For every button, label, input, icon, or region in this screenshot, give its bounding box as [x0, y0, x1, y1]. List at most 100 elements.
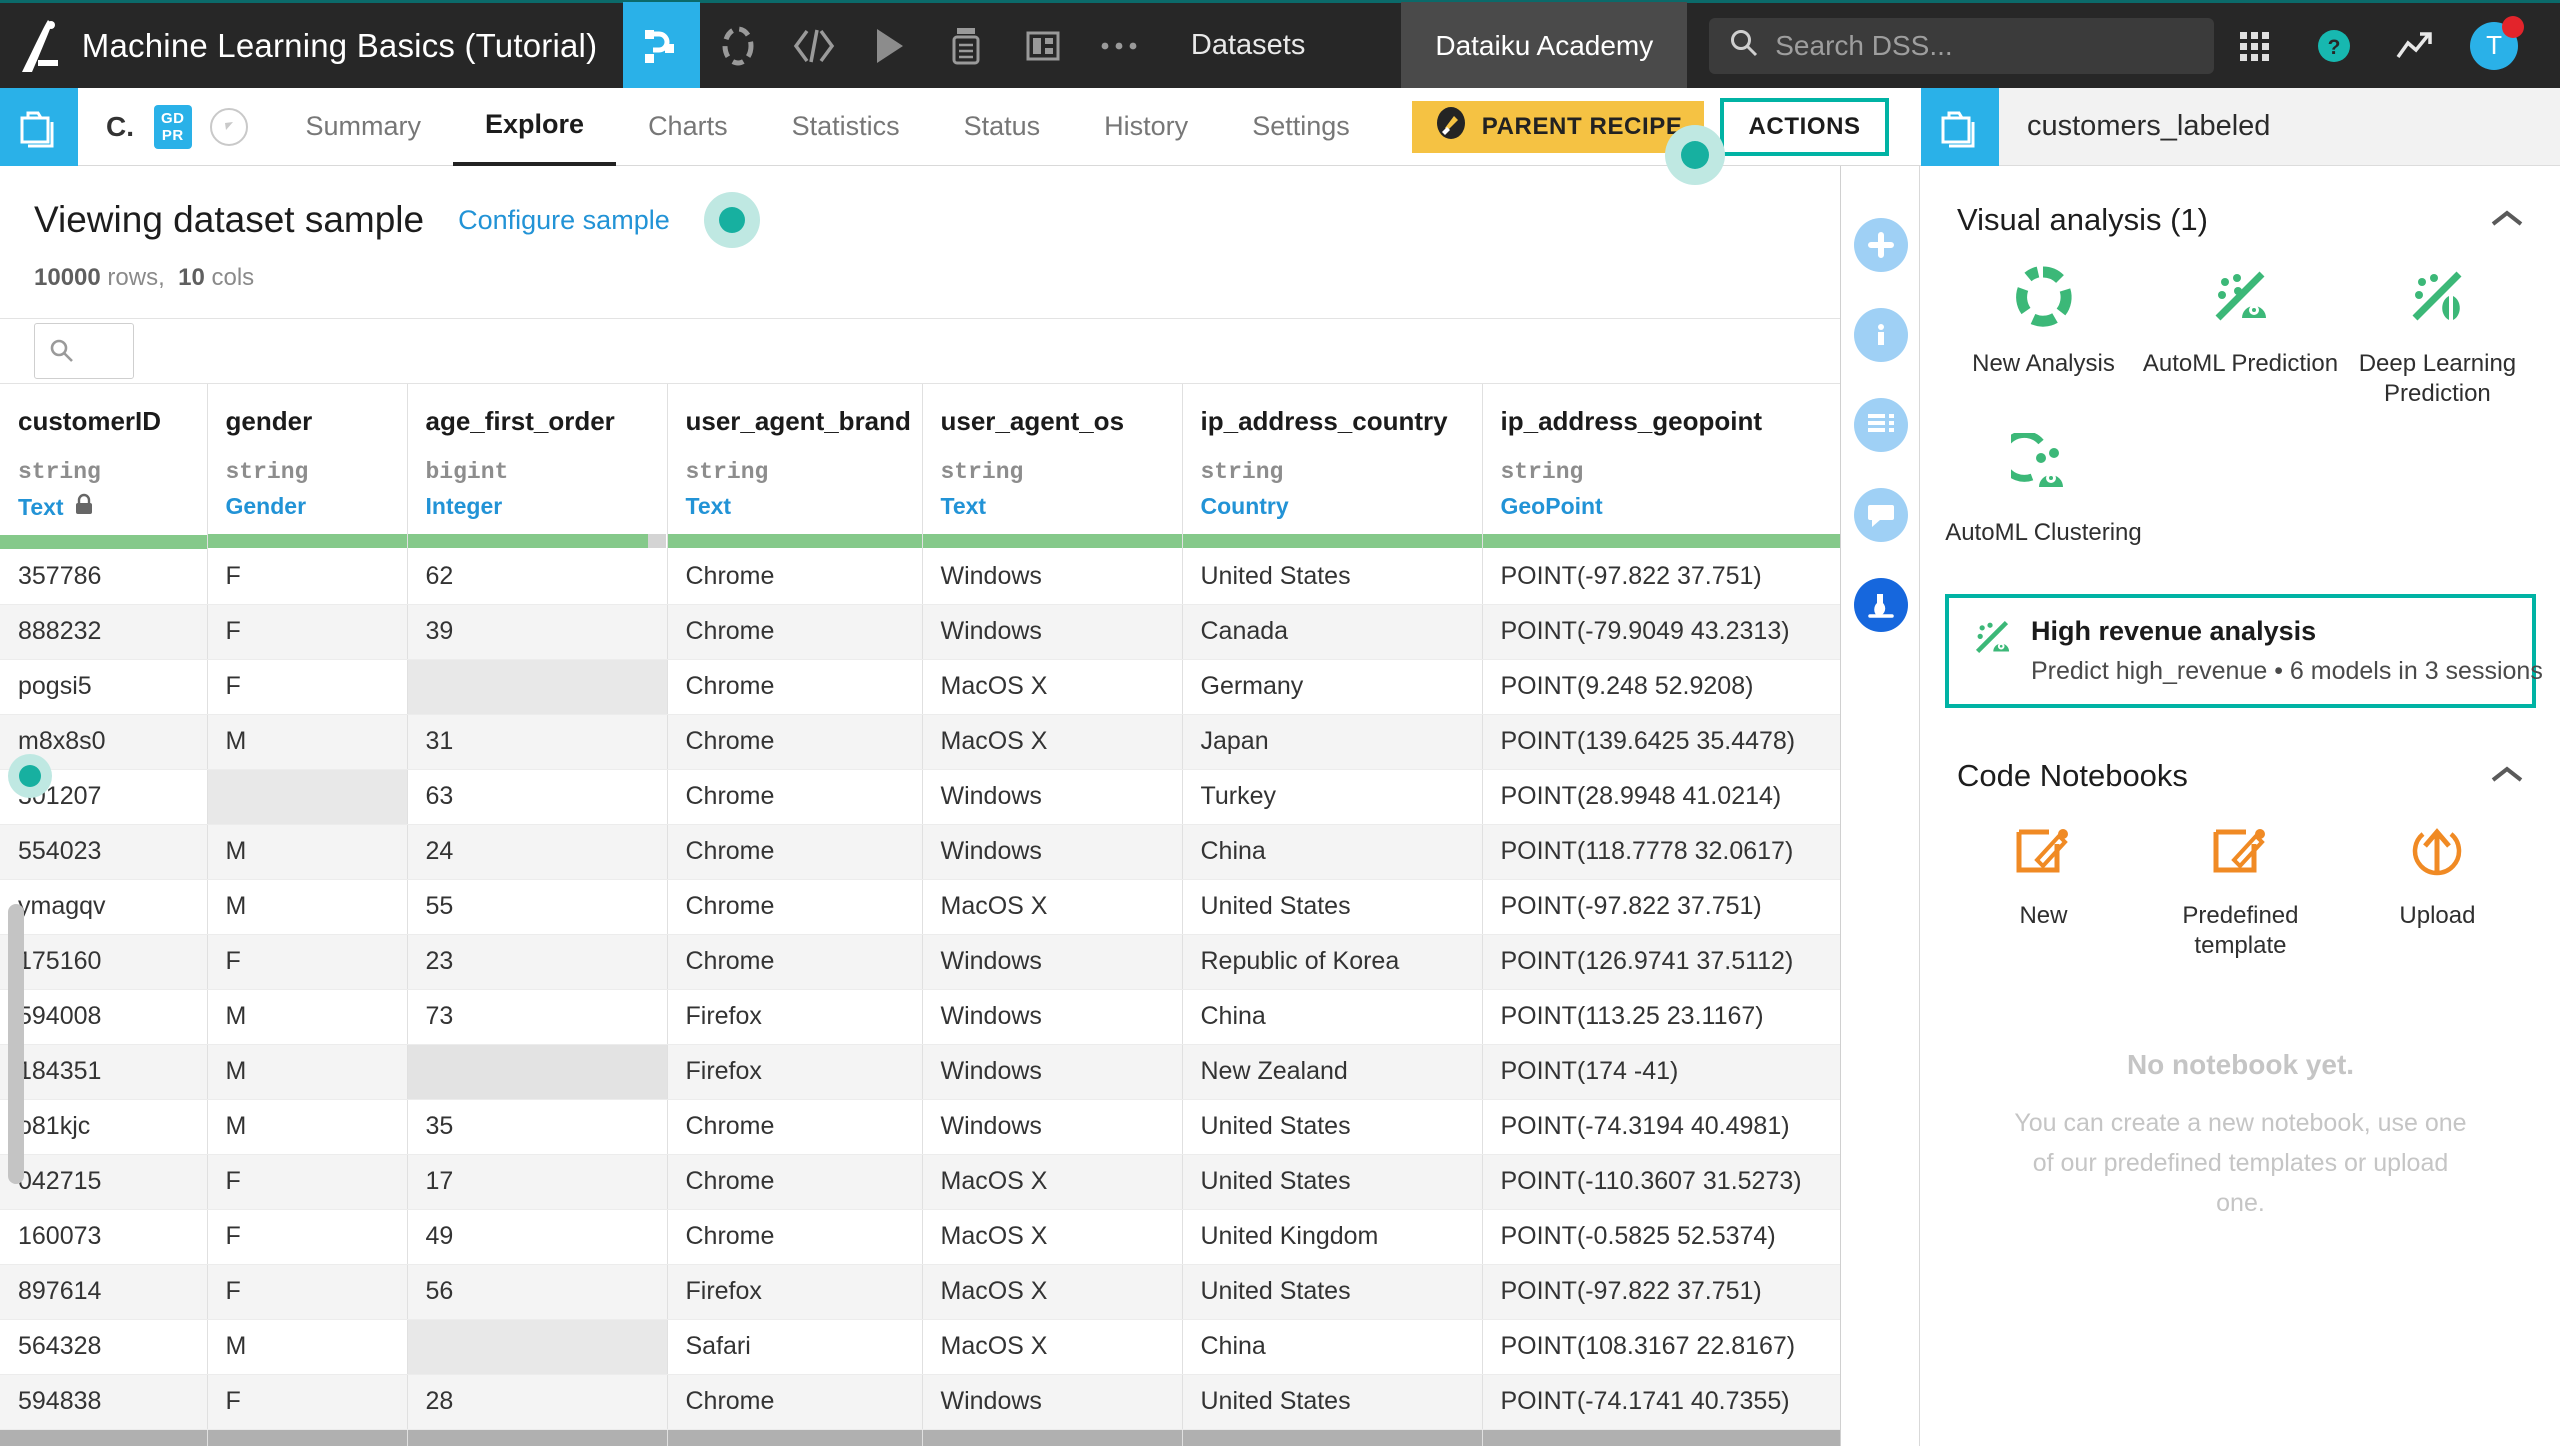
parent-recipe-button[interactable]: PARENT RECIPE [1411, 100, 1705, 153]
table-cell[interactable]: Chrome [667, 714, 923, 770]
tab-explore[interactable]: Explore [453, 88, 617, 166]
table-cell[interactable]: South Africa [1182, 1429, 1483, 1446]
table-cell[interactable]: POINT(9.248 52.9208) [1482, 659, 1840, 715]
table-cell[interactable]: China [1182, 824, 1483, 880]
table-cell[interactable]: 56 [407, 1264, 668, 1320]
table-cell[interactable]: POINT(-97.822 37.751) [1482, 879, 1840, 935]
table-cell[interactable]: F [207, 1154, 408, 1210]
table-cell[interactable]: 564328 [0, 1319, 208, 1375]
table-cell[interactable]: Chrome [667, 934, 923, 990]
table-cell[interactable]: POINT(139.6425 35.4478) [1482, 714, 1840, 770]
actions-button[interactable]: ACTIONS [1720, 97, 1889, 156]
table-cell[interactable] [207, 769, 408, 825]
table-cell[interactable]: M [207, 1044, 408, 1100]
chevron-up-icon[interactable] [2490, 761, 2524, 792]
table-cell[interactable]: 63 [407, 769, 668, 825]
table-cell[interactable]: 23 [407, 934, 668, 990]
table-cell[interactable]: M [207, 1429, 408, 1446]
table-cell[interactable]: Chrome [667, 1429, 923, 1446]
table-cell[interactable]: M [207, 879, 408, 935]
tile-new-notebook[interactable]: New [1945, 820, 2142, 961]
table-cell[interactable]: Windows [922, 934, 1183, 990]
table-cell[interactable]: M [207, 1099, 408, 1155]
column-meaning[interactable]: Text [18, 493, 189, 521]
tab-charts[interactable]: Charts [616, 88, 760, 166]
table-cell[interactable]: POINT(-97.822 37.751) [1482, 549, 1840, 605]
column-meaning[interactable]: Integer [426, 493, 649, 520]
table-cell[interactable]: Turkey [1182, 769, 1483, 825]
table-cell[interactable]: Firefox [667, 1264, 923, 1320]
table-cell[interactable]: Windows [922, 549, 1183, 605]
table-cell[interactable]: Chrome [667, 1209, 923, 1265]
table-cell[interactable]: POINT(-79.9049 43.2313) [1482, 604, 1840, 660]
table-cell[interactable]: 55 [407, 879, 668, 935]
table-cell[interactable]: 35 [407, 1099, 668, 1155]
table-cell[interactable]: POINT(108.3167 22.8167) [1482, 1319, 1840, 1375]
table-cell[interactable]: China [1182, 989, 1483, 1045]
table-cell[interactable]: M [207, 824, 408, 880]
table-cell[interactable]: 184351 [0, 1044, 208, 1100]
play-icon[interactable] [852, 2, 928, 90]
column-header-age_first_order[interactable]: age_first_order bigint Integer [407, 384, 668, 549]
column-meaning[interactable]: Country [1201, 493, 1464, 520]
table-cell[interactable]: 888232 [0, 604, 208, 660]
table-cell[interactable]: Windows [922, 824, 1183, 880]
dashboard-icon[interactable] [1004, 2, 1080, 90]
table-cell[interactable]: F [207, 1264, 408, 1320]
table-cell[interactable]: 897614 [0, 1264, 208, 1320]
column-meaning[interactable]: Text [686, 493, 904, 520]
table-cell[interactable]: 175160 [0, 934, 208, 990]
table-cell[interactable]: Windows [922, 1099, 1183, 1155]
table-cell[interactable]: 39 [407, 604, 668, 660]
trend-icon[interactable] [2374, 2, 2454, 90]
table-cell[interactable]: United States [1182, 1374, 1483, 1430]
comment-icon[interactable] [1853, 488, 1908, 542]
table-row[interactable]: 175160 F 23 Chrome Windows Republic of Korea P… [0, 934, 1840, 990]
vertical-scrollbar[interactable] [8, 904, 24, 1184]
jobs-icon[interactable] [928, 2, 1004, 90]
table-cell[interactable]: Chrome [667, 769, 923, 825]
table-cell[interactable]: M [207, 989, 408, 1045]
breadcrumb[interactable]: C. [78, 111, 154, 143]
tab-status[interactable]: Status [932, 88, 1073, 166]
flow-icon[interactable] [623, 1, 700, 90]
column-meaning[interactable]: Text [941, 493, 1164, 520]
table-cell[interactable]: 8krn7r [0, 1429, 208, 1446]
table-row[interactable]: pogsi5 F Chrome MacOS X Germany POINT(9.248 5… [0, 659, 1840, 715]
table-cell[interactable]: 28 [407, 1374, 668, 1430]
table-cell[interactable]: Chrome [667, 1099, 923, 1155]
table-cell[interactable]: 594838 [0, 1374, 208, 1430]
table-cell[interactable]: 73 [407, 989, 668, 1045]
table-row[interactable]: m8x8s0 M 31 Chrome MacOS X Japan POINT(139.642… [0, 714, 1840, 770]
table-cell[interactable]: POINT(-110.3607 31.5273) [1482, 1154, 1840, 1210]
table-cell[interactable]: MacOS X [922, 1319, 1183, 1375]
search-input[interactable] [1775, 29, 2195, 62]
table-cell[interactable]: ymagqv [0, 879, 208, 935]
table-cell[interactable]: pogsi5 [0, 659, 208, 715]
table-row[interactable]: 554023 M 24 Chrome Windows China POINT(118.777… [0, 824, 1840, 880]
table-cell[interactable]: 31 [407, 714, 668, 770]
info-icon[interactable] [1853, 308, 1908, 362]
table-cell[interactable]: POINT(118.7778 32.0617) [1482, 824, 1840, 880]
table-cell[interactable]: Windows [922, 769, 1183, 825]
apps-grid-icon[interactable] [2214, 2, 2294, 90]
code-notebooks-section-header[interactable]: Code Notebooks [1921, 708, 2560, 804]
table-cell[interactable]: 594008 [0, 989, 208, 1045]
table-row[interactable]: 184351 M Firefox Windows New Zealand POINT(17… [0, 1044, 1840, 1100]
tile-automl-prediction[interactable]: AutoML Prediction [2142, 264, 2339, 409]
column-header-customerID[interactable]: customerID string Text [0, 384, 208, 549]
tab-history[interactable]: History [1072, 88, 1220, 166]
academy-chip[interactable]: Dataiku Academy [1401, 1, 1688, 90]
table-cell[interactable]: MacOS X [922, 1209, 1183, 1265]
table-cell[interactable]: Chrome [667, 1154, 923, 1210]
table-cell[interactable]: Chrome [667, 659, 923, 715]
lifecycle-icon[interactable] [700, 2, 776, 90]
more-icon[interactable] [1081, 2, 1157, 90]
table-row[interactable]: 888232 F 39 Chrome Windows Canada POINT(-79.90… [0, 604, 1840, 660]
tile-upload-notebook[interactable]: Upload [2339, 820, 2536, 961]
table-row[interactable]: 594008 M 73 Firefox Windows China POINT(113.25… [0, 989, 1840, 1045]
table-cell[interactable]: o81kjc [0, 1099, 208, 1155]
tile-new-analysis[interactable]: New Analysis [1945, 264, 2142, 409]
table-cell[interactable]: POINT(-74.1741 40.7355) [1482, 1374, 1840, 1430]
visual-analysis-section-header[interactable]: Visual analysis (1) [1921, 166, 2560, 248]
